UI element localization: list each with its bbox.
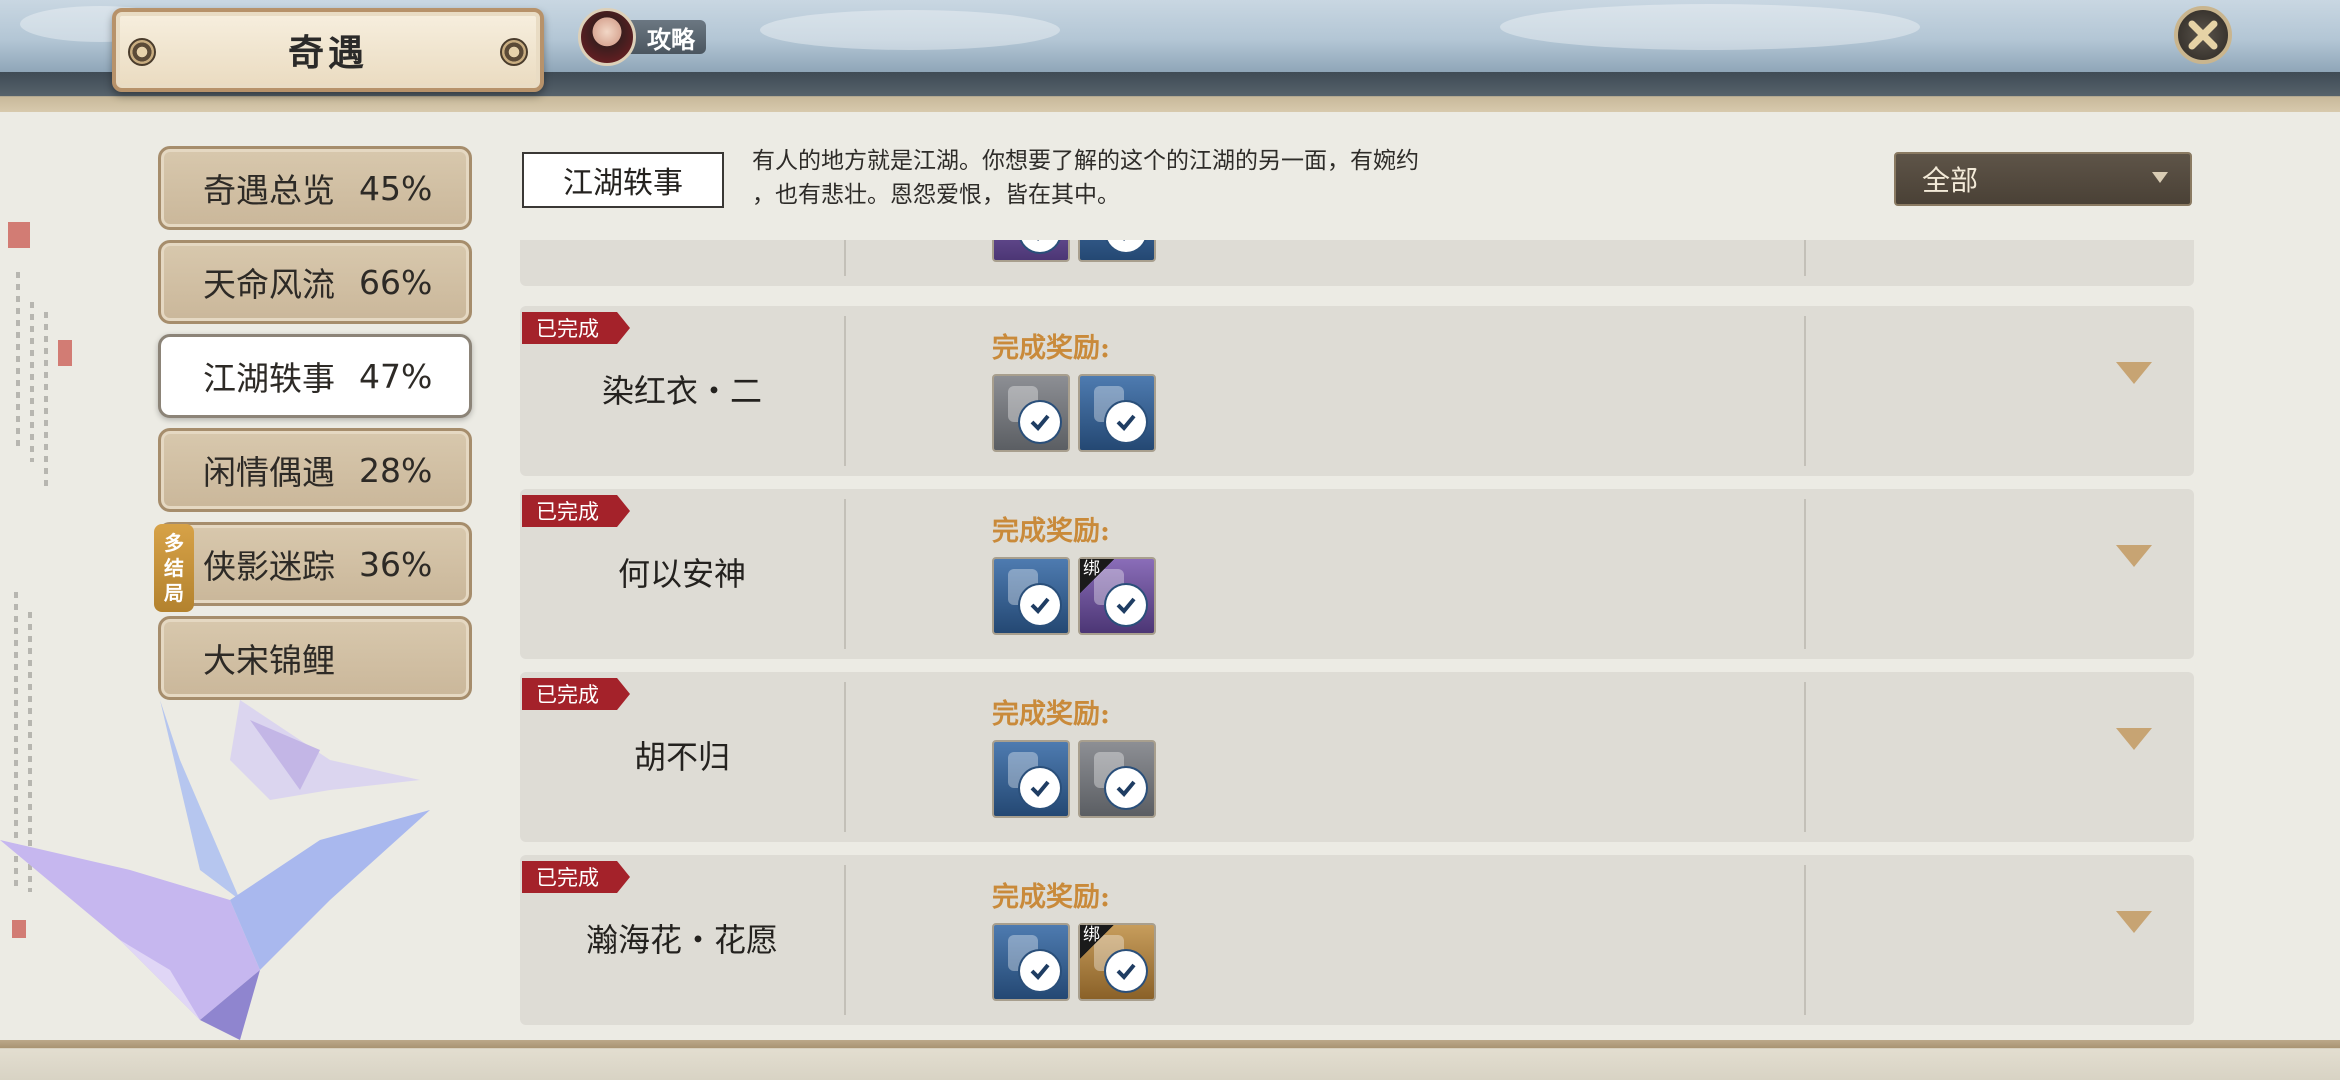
sidebar-item-label: 侠影迷踪 xyxy=(203,547,335,586)
quest-list[interactable]: 已完成 染红衣・二 完成奖励: 已完成 何以安神 完成奖励: 绑 已完成 胡不归… xyxy=(520,240,2194,1030)
divider xyxy=(1804,682,1806,832)
sidebar-item-percent: 28% xyxy=(359,450,433,490)
sidebar-item-percent: 36% xyxy=(359,544,433,584)
reward-label: 完成奖励: xyxy=(992,333,1110,364)
sidebar-item-fate[interactable]: 天命风流 66% xyxy=(158,240,472,324)
cloud-decoration xyxy=(760,10,1060,50)
reward-item[interactable]: 绑 xyxy=(1078,923,1156,1001)
list-item[interactable] xyxy=(520,240,2194,286)
reward-label: 完成奖励: xyxy=(992,699,1110,730)
divider xyxy=(844,682,846,832)
check-icon xyxy=(1020,585,1060,625)
list-item[interactable]: 已完成 瀚海花・花愿 完成奖励: 绑 xyxy=(520,855,2194,1025)
guide-button[interactable]: 攻略 xyxy=(578,8,708,66)
status-badge: 已完成 xyxy=(522,678,630,710)
bottom-border-strip xyxy=(0,1040,2340,1080)
multi-ending-badge: 多 结 局 xyxy=(154,524,194,612)
sidebar-item-jianghu-anecdotes[interactable]: 江湖轶事 47% xyxy=(158,334,472,418)
sidebar-item-percent: 47% xyxy=(359,356,433,396)
divider xyxy=(844,499,846,649)
divider xyxy=(1804,240,1806,276)
badge-char: 局 xyxy=(164,580,184,605)
status-badge: 已完成 xyxy=(522,861,630,893)
filter-value: 全部 xyxy=(1922,164,1979,197)
sidebar-item-percent: 45% xyxy=(359,168,433,208)
quest-name: 染红衣・二 xyxy=(601,372,762,410)
check-icon xyxy=(1106,585,1146,625)
category-description: 有人的地方就是江湖。你想要了解的这个的江湖的另一面，有婉约 ，也有悲壮。恩怨爱恨… xyxy=(752,144,1652,212)
quest-name: 何以安神 xyxy=(617,555,746,593)
divider xyxy=(844,865,846,1015)
list-item[interactable]: 已完成 胡不归 完成奖励: xyxy=(520,672,2194,842)
calligraphy-column xyxy=(16,272,20,452)
reward-item[interactable] xyxy=(992,374,1070,452)
sidebar-item-label: 奇遇总览 xyxy=(203,171,335,210)
filter-dropdown[interactable]: 全部 xyxy=(1894,152,2192,206)
calligraphy-column xyxy=(44,312,48,492)
reward-item[interactable] xyxy=(992,923,1070,1001)
close-icon xyxy=(2188,20,2218,50)
status-badge: 已完成 xyxy=(522,312,630,344)
list-item[interactable]: 已完成 染红衣・二 完成奖励: xyxy=(520,306,2194,476)
check-icon xyxy=(1020,951,1060,991)
reward-label: 完成奖励: xyxy=(992,882,1110,913)
paper-crane-decoration xyxy=(0,700,430,1040)
sidebar-item-percent: 66% xyxy=(359,262,433,302)
reward-item[interactable]: 绑 xyxy=(1078,557,1156,635)
close-button[interactable] xyxy=(2174,6,2232,64)
seal-stamp xyxy=(58,340,72,366)
check-icon xyxy=(1020,768,1060,808)
check-icon xyxy=(1106,768,1146,808)
cloud-decoration xyxy=(1500,4,1920,50)
list-item[interactable]: 已完成 何以安神 完成奖励: 绑 xyxy=(520,489,2194,659)
check-icon xyxy=(1020,402,1060,442)
check-icon xyxy=(1106,402,1146,442)
sidebar-item-label: 大宋锦鲤 xyxy=(203,641,335,680)
badge-char: 多 xyxy=(164,530,184,555)
reward-item[interactable] xyxy=(992,557,1070,635)
sidebar-item-leisure[interactable]: 闲情偶遇 28% xyxy=(158,428,472,512)
reward-item[interactable] xyxy=(992,240,1070,262)
reward-item[interactable] xyxy=(992,740,1070,818)
check-icon xyxy=(1020,240,1060,252)
divider xyxy=(844,240,846,276)
reward-label: 完成奖励: xyxy=(992,516,1110,547)
divider xyxy=(1804,499,1806,649)
bound-mark: 绑 xyxy=(1080,559,1114,593)
reward-item[interactable] xyxy=(1078,740,1156,818)
check-icon xyxy=(1106,951,1146,991)
expand-arrow-icon[interactable] xyxy=(2116,362,2152,384)
sidebar-item-label: 天命风流 xyxy=(203,265,335,304)
title-plate: 奇遇 xyxy=(112,8,544,92)
description-line: ，也有悲壮。恩怨爱恨，皆在其中。 xyxy=(752,182,1120,208)
expand-arrow-icon[interactable] xyxy=(2116,911,2152,933)
sidebar-item-song-koi[interactable]: 大宋锦鲤 xyxy=(158,616,472,700)
divider xyxy=(844,316,846,466)
expand-arrow-icon[interactable] xyxy=(2116,728,2152,750)
divider xyxy=(1804,865,1806,1015)
expand-arrow-icon[interactable] xyxy=(2116,545,2152,567)
chevron-down-icon xyxy=(2152,172,2168,183)
check-icon xyxy=(1106,240,1146,252)
calligraphy-column xyxy=(30,302,34,462)
sidebar-item-hero-trail[interactable]: 侠影迷踪 36% xyxy=(158,522,472,606)
sidebar-item-overview[interactable]: 奇遇总览 45% xyxy=(158,146,472,230)
reward-item[interactable] xyxy=(1078,240,1156,262)
status-badge: 已完成 xyxy=(522,495,630,527)
sidebar-item-label: 闲情偶遇 xyxy=(203,453,335,492)
sidebar-item-label: 江湖轶事 xyxy=(203,359,335,398)
bound-mark: 绑 xyxy=(1080,925,1114,959)
description-line: 有人的地方就是江湖。你想要了解的这个的江湖的另一面，有婉约 xyxy=(752,148,1419,174)
ornament-knob-icon xyxy=(500,38,528,66)
quest-name: 瀚海花・花愿 xyxy=(585,921,778,959)
reward-item[interactable] xyxy=(1078,374,1156,452)
divider xyxy=(1804,316,1806,466)
guide-avatar xyxy=(578,8,636,66)
page-title: 奇遇 xyxy=(287,32,368,74)
badge-char: 结 xyxy=(164,555,184,580)
category-tag: 江湖轶事 xyxy=(522,152,724,208)
seal-stamp xyxy=(8,222,30,248)
ornament-knob-icon xyxy=(128,38,156,66)
quest-name: 胡不归 xyxy=(633,738,730,776)
